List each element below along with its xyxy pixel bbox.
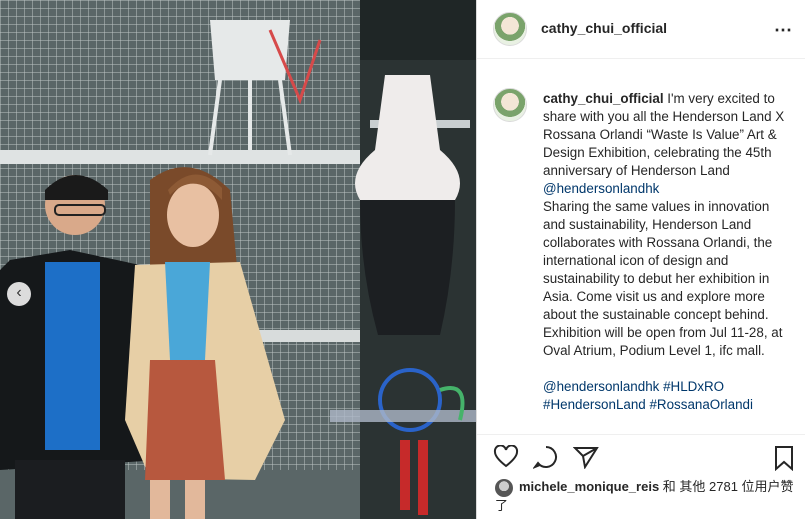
mention-link[interactable]: @hendersonlandhk: [543, 181, 659, 196]
carousel-prev-button[interactable]: ‹: [7, 282, 31, 306]
post-panel: cathy_chui_official ⋯ cathy_chui_officia…: [476, 0, 805, 519]
likes-summary: michele_monique_reis 和 其他 2781 位用户赞了: [495, 478, 797, 515]
caption-avatar[interactable]: [493, 88, 527, 122]
post-photo[interactable]: ‹: [0, 0, 476, 519]
hashtag-link[interactable]: #HLDxRO: [663, 379, 724, 394]
caption-text: cathy_chui_official I'm very excited to …: [543, 90, 793, 414]
bookmark-icon[interactable]: [773, 445, 795, 471]
heart-icon[interactable]: [493, 445, 519, 469]
liker-username[interactable]: michele_monique_reis: [519, 479, 659, 494]
hashtag-link[interactable]: @hendersonlandhk: [543, 379, 659, 394]
liker-avatar[interactable]: [495, 478, 513, 497]
action-bar: [477, 434, 805, 479]
avatar[interactable]: [493, 12, 527, 46]
comment-icon[interactable]: [533, 445, 559, 469]
hashtag-link[interactable]: #HendersonLand: [543, 397, 646, 412]
exhibition-photo: [0, 0, 476, 519]
post-header: cathy_chui_official ⋯: [477, 0, 805, 59]
caption-username[interactable]: cathy_chui_official: [543, 91, 664, 106]
more-horizontal-icon[interactable]: ⋯: [774, 20, 793, 41]
caption-paragraph-2: Sharing the same values in innovation an…: [543, 199, 783, 358]
share-icon[interactable]: [573, 445, 599, 469]
username[interactable]: cathy_chui_official: [541, 20, 667, 36]
caption: cathy_chui_official I'm very excited to …: [477, 86, 805, 431]
hashtag-link[interactable]: #RossanaOrlandi: [649, 397, 752, 412]
